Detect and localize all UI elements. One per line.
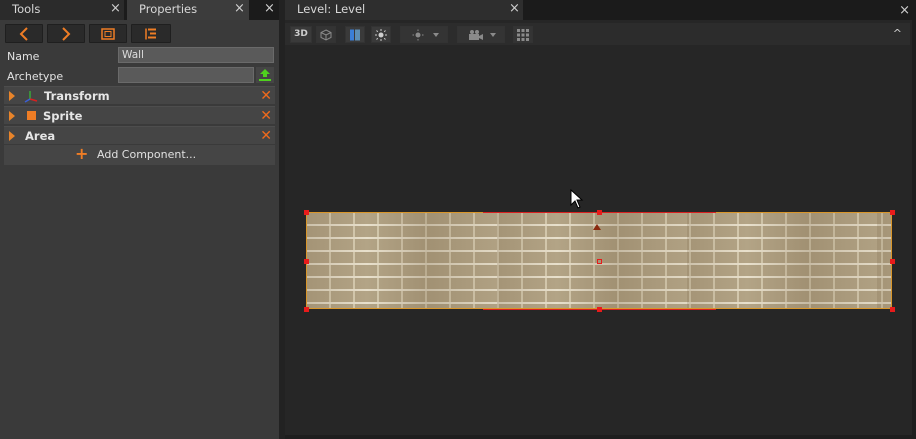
focus-frame-icon bbox=[101, 27, 115, 40]
remove-component-icon[interactable]: ✕ bbox=[260, 128, 272, 144]
grid-icon bbox=[517, 28, 529, 41]
expand-arrow-icon[interactable] bbox=[9, 111, 15, 121]
left-panel-close-icon[interactable]: × bbox=[264, 0, 275, 18]
resize-handle[interactable] bbox=[890, 259, 895, 264]
name-field[interactable]: Wall bbox=[118, 47, 274, 63]
archetype-field[interactable] bbox=[118, 67, 254, 83]
component-transform[interactable]: Transform ✕ bbox=[4, 86, 275, 104]
archetype-row: Archetype bbox=[0, 67, 279, 85]
cube-icon bbox=[320, 28, 332, 41]
component-sprite[interactable]: Sprite ✕ bbox=[4, 106, 275, 124]
resize-handle[interactable] bbox=[304, 210, 309, 215]
mode-3d-button[interactable]: 3D bbox=[290, 26, 312, 43]
component-name: Sprite bbox=[43, 109, 83, 123]
resize-handle[interactable] bbox=[597, 210, 602, 215]
properties-panel: Name Wall Archetype Transform ✕ Sprite ✕… bbox=[0, 20, 279, 439]
component-area[interactable]: Area ✕ bbox=[4, 126, 275, 144]
tab-properties-label: Properties bbox=[139, 2, 198, 16]
window-close-icon[interactable]: × bbox=[899, 3, 910, 18]
resize-handle[interactable] bbox=[304, 259, 309, 264]
expand-arrow-icon[interactable] bbox=[9, 131, 15, 141]
sun-button[interactable] bbox=[371, 26, 391, 43]
name-label: Name bbox=[7, 50, 40, 63]
name-row: Name Wall bbox=[0, 47, 279, 65]
chevron-left-icon bbox=[19, 26, 28, 41]
plus-icon: + bbox=[75, 144, 89, 163]
tab-level[interactable]: Level: Level × bbox=[285, 0, 523, 20]
tab-level-label: Level: Level bbox=[297, 2, 366, 16]
sun-dropdown-icon bbox=[412, 29, 439, 40]
component-name: Area bbox=[25, 129, 56, 143]
sun-icon bbox=[375, 28, 387, 41]
expand-arrow-icon[interactable] bbox=[9, 91, 15, 101]
resize-handle[interactable] bbox=[304, 307, 309, 312]
level-panel: 3D ^ bbox=[285, 20, 912, 435]
component-name: Transform bbox=[44, 89, 110, 103]
camera-dropdown[interactable] bbox=[457, 26, 505, 43]
upload-button[interactable] bbox=[256, 67, 274, 83]
camera-dropdown-icon bbox=[469, 29, 496, 40]
lighting-mode-button[interactable] bbox=[345, 26, 365, 43]
hierarchy-icon bbox=[145, 28, 156, 39]
level-viewport[interactable] bbox=[285, 45, 912, 435]
pivot-icon[interactable] bbox=[593, 224, 601, 231]
archetype-label: Archetype bbox=[7, 70, 64, 83]
remove-component-icon[interactable]: ✕ bbox=[260, 108, 272, 124]
viewport-toolbar: 3D ^ bbox=[285, 23, 910, 45]
tab-properties[interactable]: Properties × bbox=[127, 0, 249, 20]
add-component-label: Add Component... bbox=[97, 148, 197, 161]
focus-button[interactable] bbox=[89, 24, 127, 43]
upload-icon bbox=[259, 69, 271, 81]
hierarchy-button[interactable] bbox=[131, 24, 171, 43]
back-button[interactable] bbox=[5, 24, 43, 43]
half-shade-icon bbox=[350, 29, 360, 40]
right-tab-bar: Level: Level × × bbox=[285, 0, 916, 20]
add-component-button[interactable]: + Add Component... bbox=[4, 145, 275, 165]
collapse-toolbar-icon[interactable]: ^ bbox=[893, 27, 902, 40]
square-icon bbox=[27, 111, 36, 120]
forward-button[interactable] bbox=[47, 24, 85, 43]
tab-properties-close-icon[interactable]: × bbox=[234, 0, 245, 18]
resize-handle[interactable] bbox=[890, 210, 895, 215]
center-handle[interactable] bbox=[597, 259, 602, 264]
resize-handle[interactable] bbox=[597, 307, 602, 312]
axes-icon bbox=[24, 91, 38, 103]
chevron-right-icon bbox=[62, 26, 71, 41]
tab-tools-label: Tools bbox=[12, 2, 41, 16]
cube-button[interactable] bbox=[316, 26, 336, 43]
remove-component-icon[interactable]: ✕ bbox=[260, 88, 272, 104]
mouse-cursor-icon bbox=[570, 189, 584, 209]
left-tab-bar: Tools × Properties × × bbox=[0, 0, 280, 20]
tab-tools-close-icon[interactable]: × bbox=[110, 0, 121, 18]
resize-handle[interactable] bbox=[890, 307, 895, 312]
grid-button[interactable] bbox=[513, 26, 533, 43]
tab-level-close-icon[interactable]: × bbox=[509, 0, 520, 18]
light-dropdown[interactable] bbox=[400, 26, 448, 43]
tab-tools[interactable]: Tools × bbox=[0, 0, 124, 20]
